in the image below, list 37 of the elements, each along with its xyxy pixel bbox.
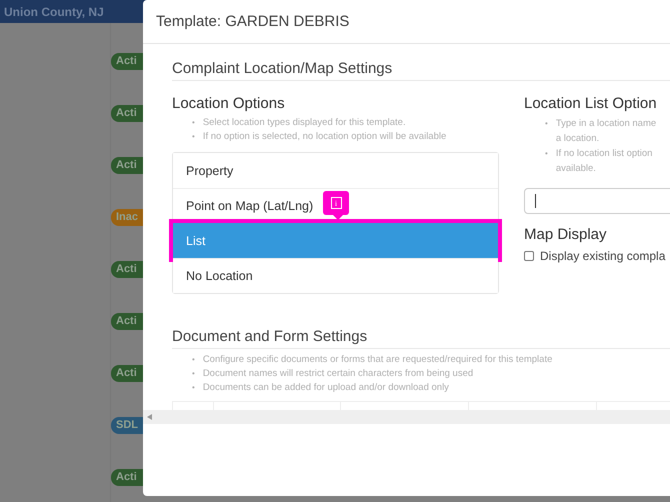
section-title: Document and Form Settings <box>172 328 670 349</box>
bullet: • <box>192 117 195 129</box>
section-heading: Location Options <box>172 95 286 112</box>
info-icon: i <box>330 197 342 209</box>
status-badge: Acti <box>111 261 144 278</box>
hint-text: Select location types displayed for this template. <box>202 116 406 130</box>
section-heading: Map Display <box>524 226 608 243</box>
dialog-title: Template: GARDEN DEBRIS <box>156 13 350 30</box>
location-input-field[interactable] <box>524 188 670 214</box>
location-option[interactable]: No Location <box>173 258 498 293</box>
hint-text: Document names will restrict certain characters from being used <box>202 367 474 381</box>
checkbox[interactable] <box>524 251 534 261</box>
hint-text: If no location list option available. <box>556 147 652 176</box>
horizontal-scrollbar[interactable] <box>143 410 670 424</box>
status-badge: Acti <box>111 105 144 122</box>
section-heading: Location List Option <box>524 95 658 112</box>
hint-text: If no option is selected, no location option will be available <box>202 130 446 144</box>
hint-text: Documents can be added for upload and/or download only <box>202 381 449 395</box>
status-badge: SDL <box>111 417 144 434</box>
status-badge: Inac <box>111 209 144 226</box>
status-badge: Acti <box>111 313 144 330</box>
status-badge: Acti <box>111 53 144 70</box>
bullet: • <box>192 354 195 366</box>
bullet: • <box>192 131 195 143</box>
left-arrow-icon[interactable] <box>147 414 152 420</box>
bullet: • <box>545 148 548 160</box>
bullet: • <box>192 382 195 394</box>
status-badge: Acti <box>111 469 144 486</box>
organization-title: Union County, NJ <box>4 4 104 18</box>
checkbox-label: Display existing compla <box>540 249 666 263</box>
hint-text: Configure specific documents or forms that are requested/required for this template <box>202 353 552 367</box>
bullet: • <box>192 368 195 380</box>
section-title: Complaint Location/Map Settings <box>172 60 670 81</box>
hint-text: Type in a location name a location. <box>556 117 656 146</box>
bullet: • <box>545 118 548 130</box>
status-badge: Acti <box>111 365 144 382</box>
status-badge: Acti <box>111 157 144 174</box>
